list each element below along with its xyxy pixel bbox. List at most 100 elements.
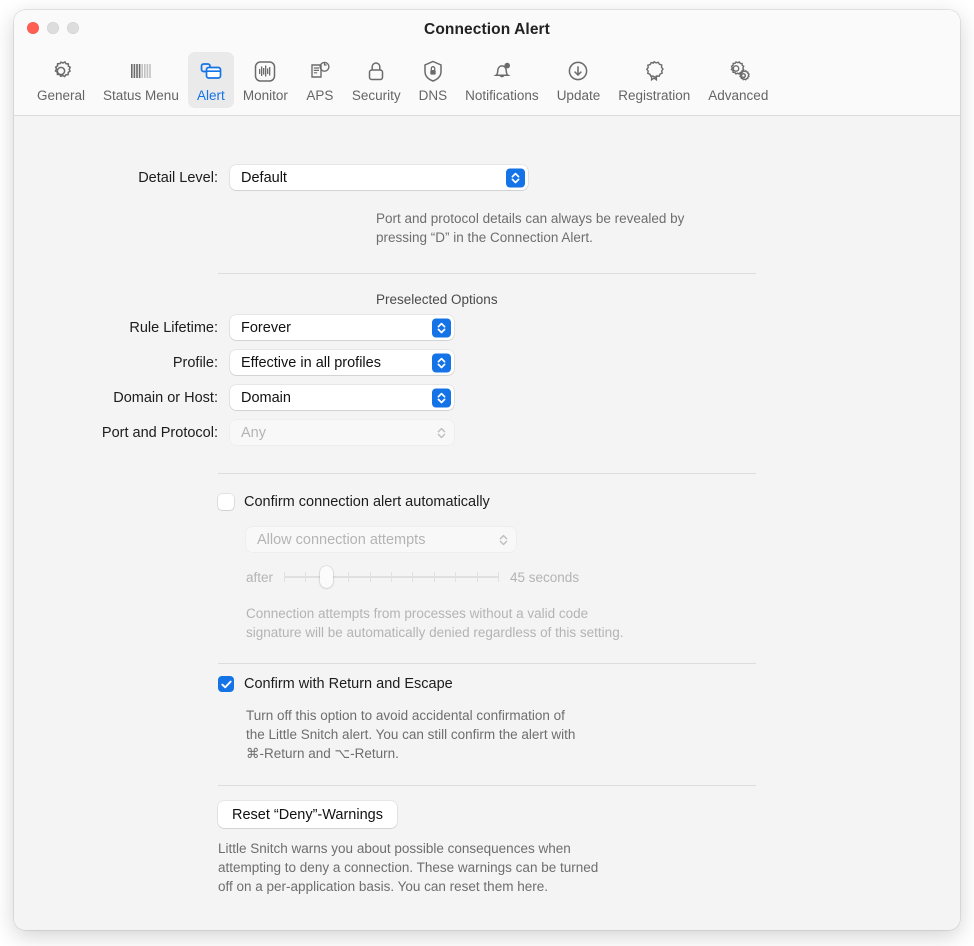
window-title: Connection Alert [424,21,550,38]
port-and-protocol-popup: Any [230,420,454,445]
auto-confirm-action-value: Allow connection attempts [257,531,426,548]
auto-confirm-after-label: after [246,569,274,585]
toolbar-label-update: Update [556,88,601,103]
chevron-updown-icon [432,353,451,372]
preselected-section-title: Preselected Options [376,292,498,307]
auto-confirm-help: Connection attempts from processes witho… [246,604,676,642]
return-escape-checkbox[interactable] [218,676,234,692]
separator-4 [218,785,756,786]
toolbar-item-security[interactable]: Security [343,52,410,108]
detail-level-help: Port and protocol details can always be … [376,209,756,247]
toolbar-label-general: General [37,88,86,103]
port-and-protocol-label: Port and Protocol: [101,424,218,441]
separator-2 [218,473,756,474]
reset-warnings-help-line2: attempting to deny a connection. These w… [218,860,599,875]
profile-label: Profile: [172,354,218,371]
chevron-updown-icon [506,168,525,187]
return-escape-label: Confirm with Return and Escape [244,676,453,692]
rosette-icon [640,57,668,85]
profile-value: Effective in all profiles [241,354,381,371]
toolbar-item-notifications[interactable]: Notifications [456,52,548,108]
toolbar-label-status-menu: Status Menu [103,88,179,103]
separator-3 [218,663,756,664]
auto-confirm-duration-label: 45 seconds [510,569,580,585]
preferences-window: Connection Alert General Status Menu Ale… [14,10,960,930]
detail-level-help-line2: pressing “D” in the Connection Alert. [376,230,593,245]
toolbar-item-update[interactable]: Update [548,52,610,108]
toolbar-item-registration[interactable]: Registration [609,52,699,108]
domain-or-host-row: Domain or Host: Domain [58,385,454,410]
chevron-updown-icon [494,530,513,549]
toolbar-label-notifications: Notifications [465,88,539,103]
preferences-content: Detail Level: Default Port and protocol … [14,116,960,930]
toolbar-label-monitor: Monitor [242,88,288,103]
detail-level-value: Default [241,169,287,186]
separator-1 [218,273,756,274]
return-escape-help: Turn off this option to avoid accidental… [246,706,686,763]
lock-icon [362,57,390,85]
rule-lifetime-row: Rule Lifetime: Forever [58,315,454,340]
toolbar-label-dns: DNS [418,88,448,103]
toolbar-item-general[interactable]: General [28,52,94,108]
reset-deny-warnings-button[interactable]: Reset “Deny”-Warnings [218,801,397,828]
return-escape-help-line2: the Little Snitch alert. You can still c… [246,727,576,742]
rule-lifetime-label: Rule Lifetime: [129,319,218,336]
gears-icon [724,57,752,85]
domain-or-host-label: Domain or Host: [113,389,218,406]
toolbar-item-alert[interactable]: Alert [187,52,234,108]
detail-level-label: Detail Level: [138,169,218,186]
chevron-updown-icon [432,423,451,442]
profile-row: Profile: Effective in all profiles [58,350,454,375]
rule-lifetime-popup[interactable]: Forever [230,315,454,340]
toolbar-item-aps[interactable]: APS [297,52,343,108]
auto-confirm-checkbox[interactable] [218,494,234,510]
slider-ticks [284,572,499,582]
return-escape-help-line1: Turn off this option to avoid accidental… [246,708,565,723]
toolbar-item-monitor[interactable]: Monitor [234,52,297,108]
toolbar-label-registration: Registration [618,88,691,103]
shield-lock-icon [419,57,447,85]
waveform-icon [251,57,279,85]
detail-level-row: Detail Level: Default [58,165,528,190]
auto-confirm-help-line1: Connection attempts from processes witho… [246,606,589,621]
gear-icon [47,57,75,85]
chevron-updown-icon [432,388,451,407]
auto-confirm-checkbox-row[interactable]: Confirm connection alert automatically [218,494,490,510]
return-escape-checkbox-row[interactable]: Confirm with Return and Escape [218,676,453,692]
detail-level-help-line1: Port and protocol details can always be … [376,211,685,226]
auto-confirm-action-popup: Allow connection attempts [246,527,516,552]
reset-warnings-help: Little Snitch warns you about possible c… [218,839,688,896]
reset-warnings-help-line1: Little Snitch warns you about possible c… [218,841,571,856]
toolbar-label-security: Security [351,88,401,103]
auto-confirm-label: Confirm connection alert automatically [244,494,490,510]
return-escape-help-line3: ⌘-Return and ⌥-Return. [246,746,399,761]
reset-warnings-help-line3: off on a per-application basis. You can … [218,879,548,894]
toolbar-label-advanced: Advanced [708,88,769,103]
screen: Connection Alert General Status Menu Ale… [0,0,974,946]
toolbar-item-status-menu[interactable]: Status Menu [94,52,188,108]
slider-knob[interactable] [320,566,334,588]
window-titlebar: Connection Alert General Status Menu Ale… [14,10,960,116]
alert-windows-icon [197,57,225,85]
profile-popup[interactable]: Effective in all profiles [230,350,454,375]
toolbar-label-alert: Alert [196,88,225,103]
auto-confirm-delay-row: after 45 seconds [246,566,579,588]
port-and-protocol-row: Port and Protocol: Any [58,420,454,445]
chevron-updown-icon [432,318,451,337]
auto-confirm-delay-slider[interactable] [284,566,500,588]
rule-lifetime-value: Forever [241,319,291,336]
reset-deny-warnings-label: Reset “Deny”-Warnings [232,806,383,823]
domain-or-host-value: Domain [241,389,291,406]
document-refresh-icon [306,57,334,85]
domain-or-host-popup[interactable]: Domain [230,385,454,410]
detail-level-popup[interactable]: Default [230,165,528,190]
preferences-toolbar: General Status Menu Alert Monitor APS Se… [14,52,960,114]
bell-badge-icon [488,57,516,85]
port-and-protocol-value: Any [241,424,266,441]
download-circle-icon [564,57,592,85]
toolbar-item-advanced[interactable]: Advanced [699,52,777,108]
toolbar-label-aps: APS [306,88,334,103]
barcode-icon [127,57,155,85]
auto-confirm-help-line2: signature will be automatically denied r… [246,625,624,640]
toolbar-item-dns[interactable]: DNS [410,52,457,108]
